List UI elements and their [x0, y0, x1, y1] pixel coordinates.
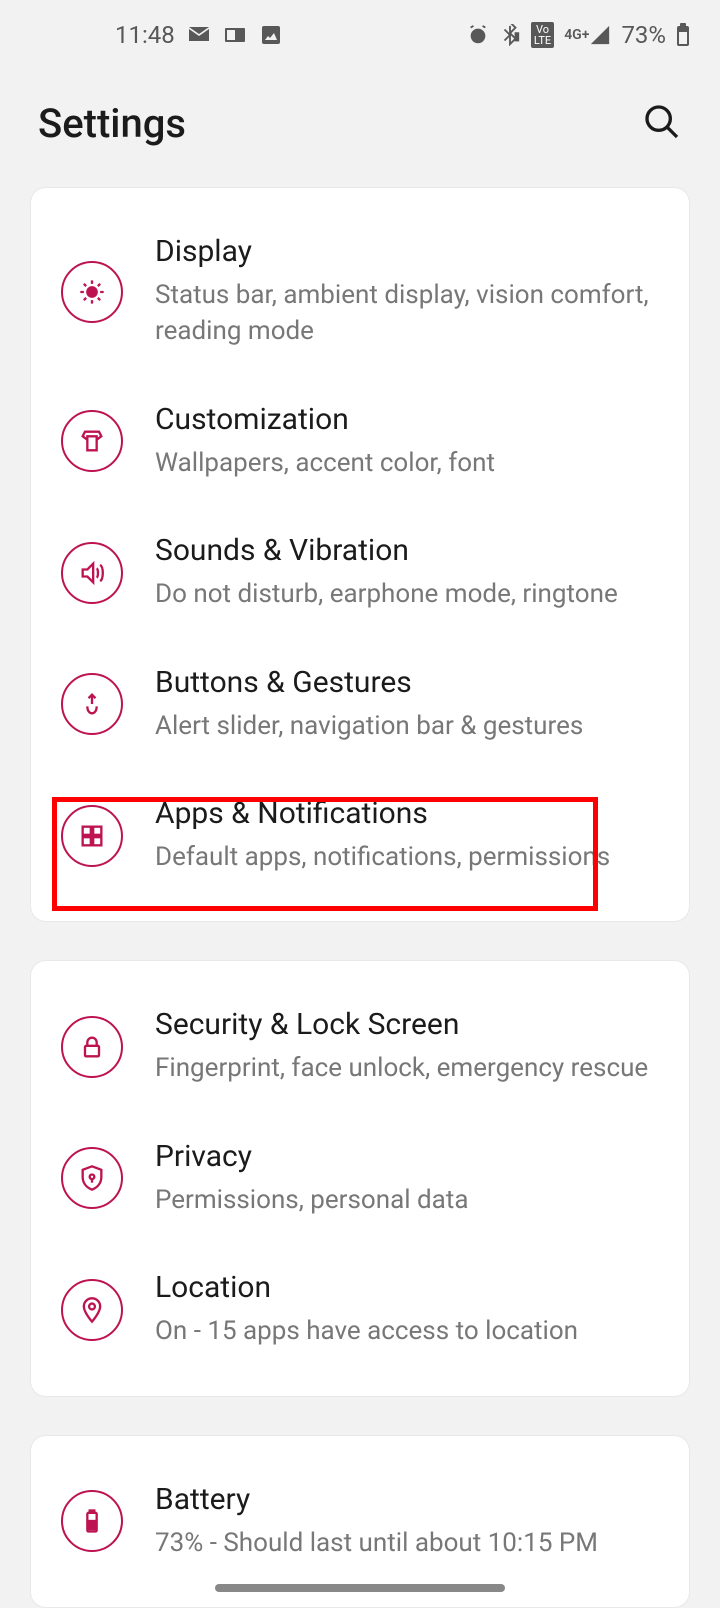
item-title: Security & Lock Screen [155, 1007, 659, 1042]
gesture-icon [61, 673, 123, 735]
settings-group-1: Display Status bar, ambient display, vis… [30, 187, 690, 922]
settings-header: Settings [0, 70, 720, 187]
battery-icon [676, 23, 690, 47]
navigation-handle[interactable] [215, 1584, 505, 1592]
customization-icon [61, 410, 123, 472]
item-text: Security & Lock Screen Fingerprint, face… [155, 1007, 659, 1086]
volte-icon: VoLTE [531, 22, 554, 48]
display-icon [61, 261, 123, 323]
lock-icon [61, 1016, 123, 1078]
item-text: Privacy Permissions, personal data [155, 1139, 659, 1218]
status-left: 11:48 [30, 21, 283, 49]
item-title: Buttons & Gestures [155, 665, 659, 700]
alarm-icon [467, 24, 489, 46]
apps-icon [61, 805, 123, 867]
item-text: Battery 73% - Should last until about 10… [155, 1482, 659, 1561]
item-title: Display [155, 234, 659, 269]
item-text: Location On - 15 apps have access to loc… [155, 1270, 659, 1349]
shield-icon [61, 1147, 123, 1209]
outlook-icon [223, 23, 247, 47]
item-text: Customization Wallpapers, accent color, … [155, 402, 659, 481]
status-right: VoLTE 4G+ 73% [467, 21, 690, 49]
item-title: Battery [155, 1482, 659, 1517]
settings-item-buttons[interactable]: Buttons & Gestures Alert slider, navigat… [31, 639, 689, 770]
item-subtitle: Alert slider, navigation bar & gestures [155, 708, 659, 744]
settings-item-customization[interactable]: Customization Wallpapers, accent color, … [31, 376, 689, 507]
battery-setting-icon [61, 1490, 123, 1552]
item-title: Sounds & Vibration [155, 533, 659, 568]
item-subtitle: On - 15 apps have access to location [155, 1313, 659, 1349]
search-button[interactable] [642, 102, 682, 146]
item-subtitle: Default apps, notifications, permissions [155, 839, 659, 875]
signal-icon: 4G+ [564, 24, 611, 46]
item-subtitle: Wallpapers, accent color, font [155, 445, 659, 481]
settings-item-sounds[interactable]: Sounds & Vibration Do not disturb, earph… [31, 507, 689, 638]
settings-item-display[interactable]: Display Status bar, ambient display, vis… [31, 208, 689, 376]
status-time: 11:48 [115, 21, 175, 49]
settings-item-privacy[interactable]: Privacy Permissions, personal data [31, 1113, 689, 1244]
location-icon [61, 1279, 123, 1341]
item-title: Location [155, 1270, 659, 1305]
item-text: Apps & Notifications Default apps, notif… [155, 796, 659, 875]
battery-percentage: 73% [621, 21, 666, 49]
item-subtitle: 73% - Should last until about 10:15 PM [155, 1525, 659, 1561]
item-subtitle: Permissions, personal data [155, 1182, 659, 1218]
item-text: Buttons & Gestures Alert slider, navigat… [155, 665, 659, 744]
settings-group-2: Security & Lock Screen Fingerprint, face… [30, 960, 690, 1396]
item-text: Sounds & Vibration Do not disturb, earph… [155, 533, 659, 612]
item-text: Display Status bar, ambient display, vis… [155, 234, 659, 350]
sound-icon [61, 542, 123, 604]
settings-group-3: Battery 73% - Should last until about 10… [30, 1435, 690, 1608]
item-title: Apps & Notifications [155, 796, 659, 831]
image-icon [259, 23, 283, 47]
gmail-icon [187, 23, 211, 47]
bluetooth-icon [499, 24, 521, 46]
item-title: Privacy [155, 1139, 659, 1174]
item-title: Customization [155, 402, 659, 437]
settings-item-battery[interactable]: Battery 73% - Should last until about 10… [31, 1456, 689, 1587]
item-subtitle: Status bar, ambient display, vision comf… [155, 277, 659, 350]
settings-item-location[interactable]: Location On - 15 apps have access to loc… [31, 1244, 689, 1375]
item-subtitle: Fingerprint, face unlock, emergency resc… [155, 1050, 659, 1086]
settings-item-apps-notifications[interactable]: Apps & Notifications Default apps, notif… [31, 770, 689, 901]
status-bar: 11:48 VoLTE 4G+ 73% [0, 0, 720, 70]
settings-item-security[interactable]: Security & Lock Screen Fingerprint, face… [31, 981, 689, 1112]
item-subtitle: Do not disturb, earphone mode, ringtone [155, 576, 659, 612]
page-title: Settings [38, 100, 186, 147]
